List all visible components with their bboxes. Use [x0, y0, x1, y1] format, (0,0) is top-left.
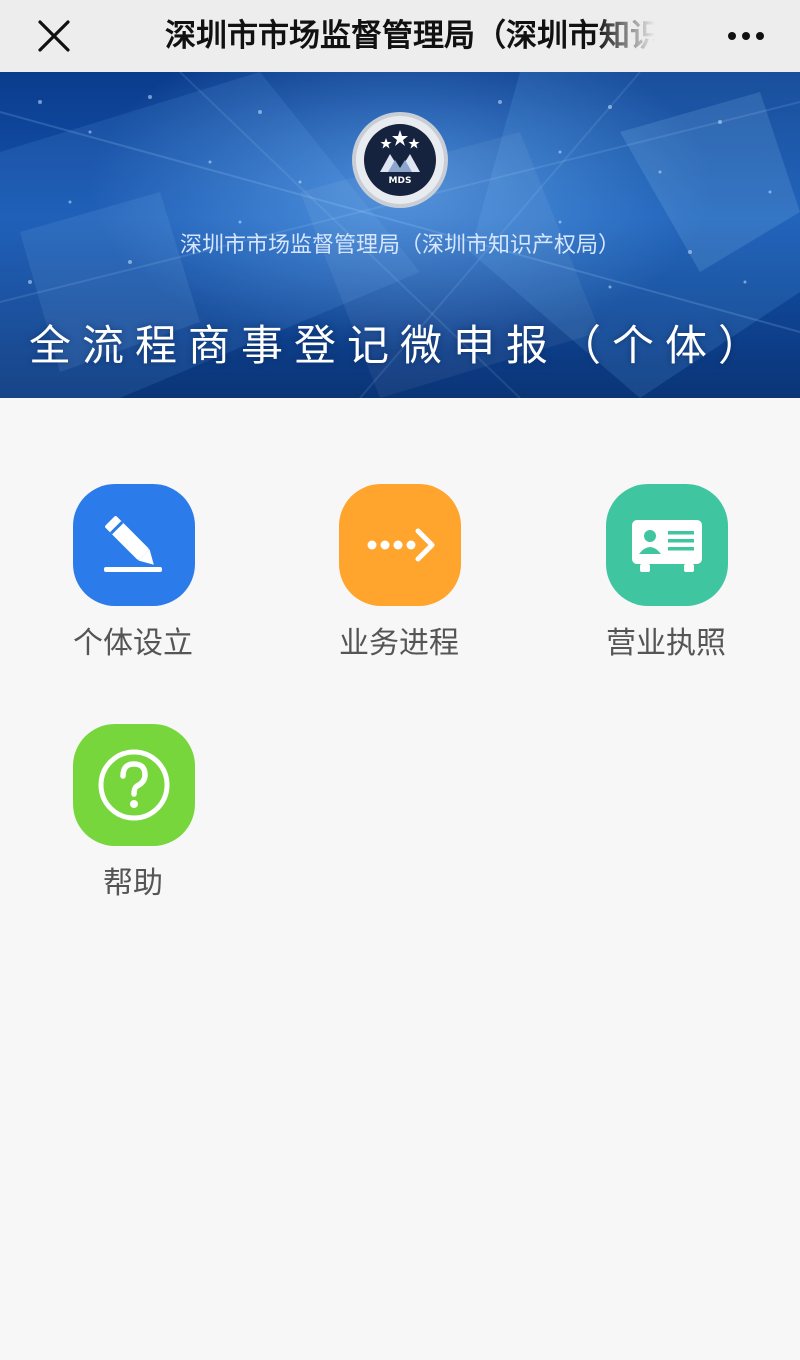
more-button[interactable] — [718, 12, 774, 60]
more-icon — [728, 32, 736, 40]
more-icon-dot — [756, 32, 764, 40]
more-icon-dot — [742, 32, 750, 40]
banner-subtitle: 深圳市市场监督管理局（深圳市知识产权局） — [179, 233, 620, 258]
close-icon — [38, 20, 70, 52]
menu-item-label: 个体设立 — [73, 626, 193, 661]
menu-item-label: 营业执照 — [606, 626, 726, 661]
menu-item-help[interactable]: 帮助 — [43, 724, 223, 914]
close-button[interactable] — [30, 12, 78, 60]
top-bar: 深圳市市场监督管理局（深圳市知识产权局） — [0, 0, 800, 72]
help-icon — [73, 724, 195, 846]
banner-title: 全流程商事登记微申报（个体） — [28, 321, 771, 370]
menu-item-business-license[interactable]: 营业执照 — [576, 484, 756, 674]
mds-logo: MDS — [352, 112, 448, 208]
page-title: 深圳市市场监督管理局（深圳市知识产权局） — [165, 18, 655, 54]
menu-item-label: 业务进程 — [339, 626, 459, 661]
banner: MDS 深圳市市场监督管理局（深圳市知识产权局） 全流程商事登记微申报（个体） — [0, 72, 800, 398]
license-card-icon — [606, 484, 728, 606]
pencil-icon — [73, 484, 195, 606]
logo-text: MDS — [389, 176, 412, 186]
progress-arrow-icon — [339, 484, 461, 606]
menu-item-business-progress[interactable]: 业务进程 — [309, 484, 489, 674]
menu-item-individual-setup[interactable]: 个体设立 — [43, 484, 223, 674]
menu-item-label: 帮助 — [103, 866, 163, 901]
